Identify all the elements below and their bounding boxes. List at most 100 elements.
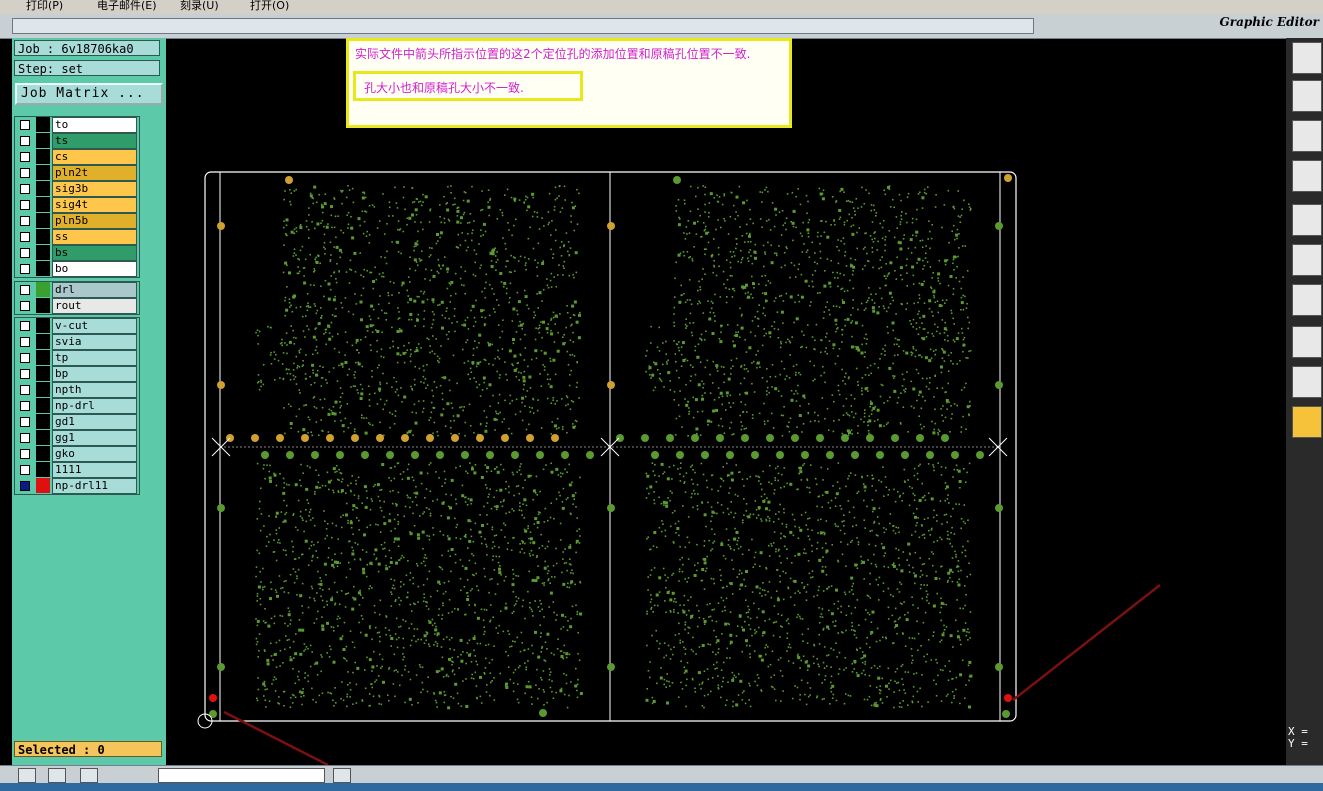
fiducial-pad (751, 451, 759, 459)
annotation-line-2: 孔大小也和原稿孔大小不一致. (364, 81, 524, 95)
tooling-hole (607, 504, 615, 512)
polygon-icon[interactable] (1292, 366, 1322, 398)
fiducial-pad (901, 451, 909, 459)
fiducial-pad (776, 451, 784, 459)
fiducial-pad (511, 451, 519, 459)
measure-icon[interactable] (1292, 160, 1322, 192)
fiducial-pad (436, 451, 444, 459)
annotation-line-1: 实际文件中箭头所指示位置的这2个定位孔的添加位置和原稿孔位置不一致. (355, 47, 751, 61)
fiducial-pad (351, 434, 359, 442)
fiducial-pad (851, 451, 859, 459)
pcb-unit-1 (255, 185, 581, 437)
red-tooling-hole (209, 694, 217, 702)
fiducial-pad (451, 434, 459, 442)
line-icon[interactable] (1292, 284, 1322, 316)
fiducial-pad (586, 451, 594, 459)
fiducial-pad (726, 451, 734, 459)
fiducial-pad (326, 434, 334, 442)
bottom-bar (0, 765, 1323, 784)
command-input[interactable] (158, 768, 325, 783)
fiducial-pad (791, 434, 799, 442)
fiducial-pad (841, 434, 849, 442)
tooling-hole (217, 504, 225, 512)
right-toolbar (1286, 38, 1323, 765)
fiducial-pad (976, 451, 984, 459)
fiducial-pad (401, 434, 409, 442)
fiducial-pad (951, 451, 959, 459)
fiducial-pad (411, 451, 419, 459)
fiducial-pad (311, 451, 319, 459)
fiducial-pad (691, 434, 699, 442)
select-feature-icon[interactable] (1292, 326, 1322, 358)
fiducial-pad (826, 451, 834, 459)
taskbar (0, 783, 1323, 791)
fiducial-pad (301, 434, 309, 442)
annotation-inner-box: 孔大小也和原稿孔大小不一致. (353, 71, 583, 101)
red-tooling-hole (1004, 694, 1012, 702)
tooling-hole (995, 222, 1003, 230)
fiducial-pad (941, 434, 949, 442)
fiducial-pad (816, 434, 824, 442)
annotation-arrow (223, 710, 329, 767)
coordinate-readout: X = Y = (1288, 726, 1308, 750)
fiducial-pad (676, 451, 684, 459)
plus-icon[interactable] (333, 768, 351, 783)
fiducial-pad (276, 434, 284, 442)
fiducial-pad (551, 434, 559, 442)
clipboard-icon[interactable] (1292, 42, 1322, 74)
fiducial-pad (616, 434, 624, 442)
tooling-hole (217, 663, 225, 671)
corner-hole (673, 176, 681, 184)
tooling-hole (995, 381, 1003, 389)
snap-icon[interactable] (1292, 204, 1322, 236)
y-coordinate: Y = (1288, 737, 1308, 750)
fiducial-pad (641, 434, 649, 442)
fiducial-pad (486, 451, 494, 459)
fiducial-pad (801, 451, 809, 459)
net-icon[interactable] (1292, 244, 1322, 276)
annotation-note: 实际文件中箭头所指示位置的这2个定位孔的添加位置和原稿孔位置不一致. 孔大小也和… (346, 38, 792, 128)
pcb-unit-3 (255, 462, 583, 710)
fiducial-pad (891, 434, 899, 442)
fiducial-pad (461, 451, 469, 459)
corner-hole (285, 176, 293, 184)
fiducial-pad (261, 451, 269, 459)
fiducial-pad (876, 451, 884, 459)
fiducial-pad (286, 451, 294, 459)
corner-hole (539, 709, 547, 717)
fiducial-pad (476, 434, 484, 442)
tooling-hole (607, 663, 615, 671)
zoom-in-icon[interactable] (18, 768, 36, 783)
fiducial-pad (336, 451, 344, 459)
fiducial-pad (766, 434, 774, 442)
tooling-hole (217, 222, 225, 230)
fiducial-pad (251, 434, 259, 442)
tooling-hole (217, 381, 225, 389)
fiducial-pad (501, 434, 509, 442)
fiducial-pad (651, 451, 659, 459)
fiducial-pad (741, 434, 749, 442)
fiducial-pad (386, 451, 394, 459)
fit-screen-icon[interactable] (1292, 120, 1322, 152)
fiducial-pad (916, 434, 924, 442)
fiducial-pad (666, 434, 674, 442)
tooling-hole (607, 381, 615, 389)
fiducial-pad (926, 451, 934, 459)
pcb-unit-4 (645, 462, 973, 709)
fiducial-pad (426, 434, 434, 442)
fiducial-pad (361, 451, 369, 459)
fiducial-pad (716, 434, 724, 442)
fiducial-pad (701, 451, 709, 459)
zoom-out-icon[interactable] (48, 768, 66, 783)
corner-hole (1004, 174, 1012, 182)
pointer-icon[interactable] (1292, 406, 1322, 438)
copy-layer-icon[interactable] (1292, 80, 1322, 112)
annotation-arrow (1012, 584, 1161, 701)
tooling-hole (995, 663, 1003, 671)
fiducial-pad (376, 434, 384, 442)
home-icon[interactable] (80, 768, 98, 783)
tooling-hole (607, 222, 615, 230)
fiducial-pad (536, 451, 544, 459)
fiducial-pad (561, 451, 569, 459)
fiducial-pad (526, 434, 534, 442)
